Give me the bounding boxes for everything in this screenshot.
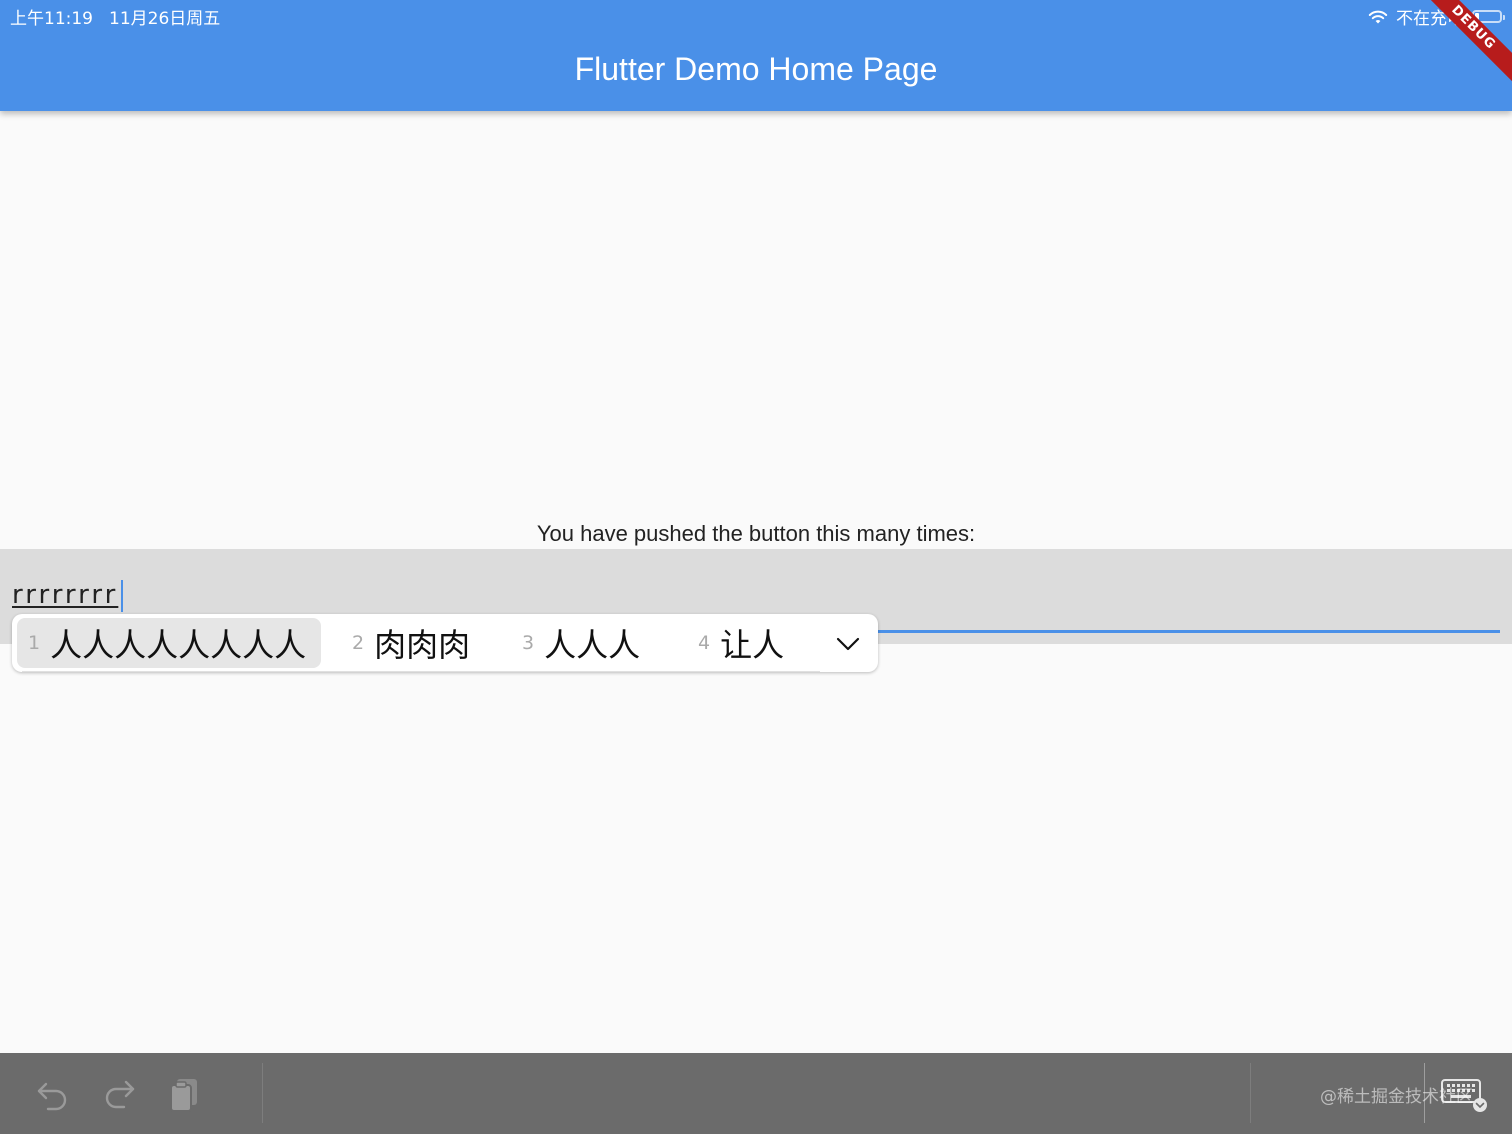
candidate-text: 让人 (720, 626, 785, 664)
candidate-3[interactable]: 3 人人人 (522, 614, 640, 672)
candidate-text: 肉肉肉 (374, 626, 471, 664)
candidate-divider (22, 671, 820, 672)
status-time: 上午11:19 (10, 9, 93, 29)
candidate-text: 人人人 (544, 626, 641, 664)
counter-label: You have pushed the button this many tim… (536, 521, 976, 546)
undo-icon[interactable] (34, 1074, 72, 1114)
text-caret (121, 580, 123, 612)
status-bar-left: 上午11:19 11月26日周五 (10, 4, 220, 29)
candidate-1[interactable]: 1 人人人人人人人人 (17, 618, 321, 668)
candidate-index: 2 (352, 632, 365, 654)
ime-candidate-bar: 1 人人人人人人人人 2 肉肉肉 3 人人人 4 让人 (12, 614, 878, 672)
redo-icon[interactable] (100, 1074, 138, 1114)
watermark: @稀土掘金技术社区 (1320, 1087, 1473, 1107)
candidate-index: 3 (522, 632, 535, 654)
status-date: 11月26日周五 (109, 9, 221, 29)
keyboard-shortcut-bar (0, 1053, 1512, 1134)
toolbar-divider (1250, 1063, 1251, 1123)
candidate-text: 人人人人人人人人 (50, 626, 307, 664)
candidate-4[interactable]: 4 让人 (698, 614, 784, 672)
candidate-2[interactable]: 2 肉肉肉 (352, 614, 470, 672)
chevron-down-icon[interactable] (836, 632, 860, 656)
page-title: Flutter Demo Home Page (574, 51, 938, 87)
app-bar: 上午11:19 11月26日周五 不在充电 Flutter Demo Home … (0, 0, 1512, 111)
wifi-icon (1368, 10, 1388, 23)
paste-icon[interactable] (166, 1074, 204, 1114)
toolbar-divider (262, 1063, 263, 1123)
candidate-index: 4 (698, 632, 711, 654)
candidate-index: 1 (28, 632, 41, 654)
text-field-value[interactable]: rrrrrrrr (12, 580, 118, 610)
